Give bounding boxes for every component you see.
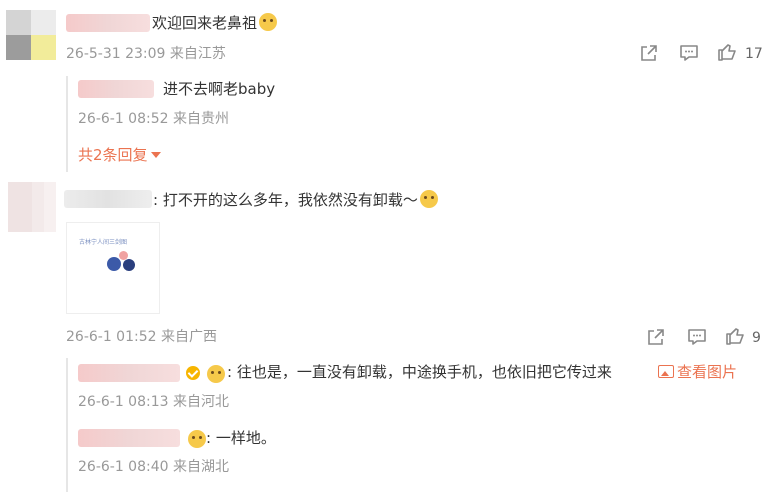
reply-meta: 26-6-1 08:40 来自湖北 xyxy=(78,458,229,476)
reply-text: 进不去啊老baby xyxy=(163,80,276,98)
comment-image[interactable]: 古林宁人间三剑图 xyxy=(66,222,160,314)
reply-text: : 一样地。 xyxy=(206,429,276,447)
comment-location: 来自广西 xyxy=(160,329,217,345)
view-picture-label: 查看图片 xyxy=(677,363,738,381)
avatar[interactable] xyxy=(6,10,56,60)
more-replies-link[interactable]: 共2条回复 xyxy=(78,145,161,165)
reply-location: 来自贵州 xyxy=(172,111,229,127)
avatar[interactable] xyxy=(8,182,56,232)
view-picture-link[interactable]: 查看图片 xyxy=(658,362,737,382)
reply-location: 来自河北 xyxy=(172,394,229,410)
like-count: 17 xyxy=(745,46,763,62)
comment-icon[interactable] xyxy=(686,326,708,348)
avatar-tile xyxy=(44,182,56,232)
comment-text-body: 欢迎回来老鼻祖 xyxy=(152,14,258,32)
comment-time: 26-6-1 01:52 xyxy=(66,329,157,345)
comment-text: : 打不开的这么多年，我依然没有卸载～ xyxy=(153,190,438,210)
blurred-username[interactable] xyxy=(66,14,150,32)
comment-text-body: : 打不开的这么多年，我依然没有卸载～ xyxy=(153,191,418,209)
image-figure xyxy=(123,259,135,271)
avatar-tile xyxy=(31,35,56,60)
share-icon[interactable] xyxy=(645,326,667,348)
avatar-tile xyxy=(6,10,31,35)
thumbs-up-icon[interactable] xyxy=(716,41,738,63)
avatar-tile xyxy=(31,10,56,35)
share-icon[interactable] xyxy=(638,42,660,64)
reply-time: 26-6-1 08:52 xyxy=(78,111,169,127)
verified-badge-icon xyxy=(186,366,200,380)
reply-meta: 26-6-1 08:13 来自河北 xyxy=(78,393,229,411)
reply-location: 来自湖北 xyxy=(172,459,229,475)
hug-emoji-icon xyxy=(207,365,225,383)
hug-emoji-icon xyxy=(188,430,206,448)
image-caption: 古林宁人间三剑图 xyxy=(79,239,128,246)
reply-meta: 26-6-1 08:52 来自贵州 xyxy=(78,110,229,128)
avatar-tile xyxy=(8,182,32,232)
image-figure xyxy=(107,257,121,271)
reply-time: 26-6-1 08:40 xyxy=(78,459,169,475)
comment-text: 欢迎回来老鼻祖 xyxy=(152,13,278,33)
more-replies-label: 共2条回复 xyxy=(78,146,148,164)
comment-icon[interactable] xyxy=(678,42,700,64)
reply-divider xyxy=(66,358,68,492)
blurred-username[interactable] xyxy=(78,364,180,382)
comment-location: 来自江苏 xyxy=(169,46,226,62)
picture-icon xyxy=(658,365,674,378)
comment-meta: 26-5-31 23:09 来自江苏 xyxy=(66,45,226,63)
crying-emoji-icon xyxy=(419,190,438,208)
reply-time: 26-6-1 08:13 xyxy=(78,394,169,410)
blurred-username[interactable] xyxy=(78,429,180,447)
reply-divider xyxy=(66,76,68,172)
like-count: 9 xyxy=(752,330,761,346)
comment-time: 26-5-31 23:09 xyxy=(66,46,166,62)
thumbs-up-icon[interactable] xyxy=(724,325,746,347)
avatar-tile xyxy=(6,35,31,60)
blurred-username[interactable] xyxy=(64,190,152,208)
comment-meta: 26-6-1 01:52 来自广西 xyxy=(66,328,217,346)
blurred-username[interactable] xyxy=(78,80,154,98)
caret-down-icon xyxy=(150,152,161,158)
reply-text: : 往也是，一直没有卸载，中途换手机，也依旧把它传过来 xyxy=(227,363,612,381)
dog-emoji-icon xyxy=(259,13,278,31)
